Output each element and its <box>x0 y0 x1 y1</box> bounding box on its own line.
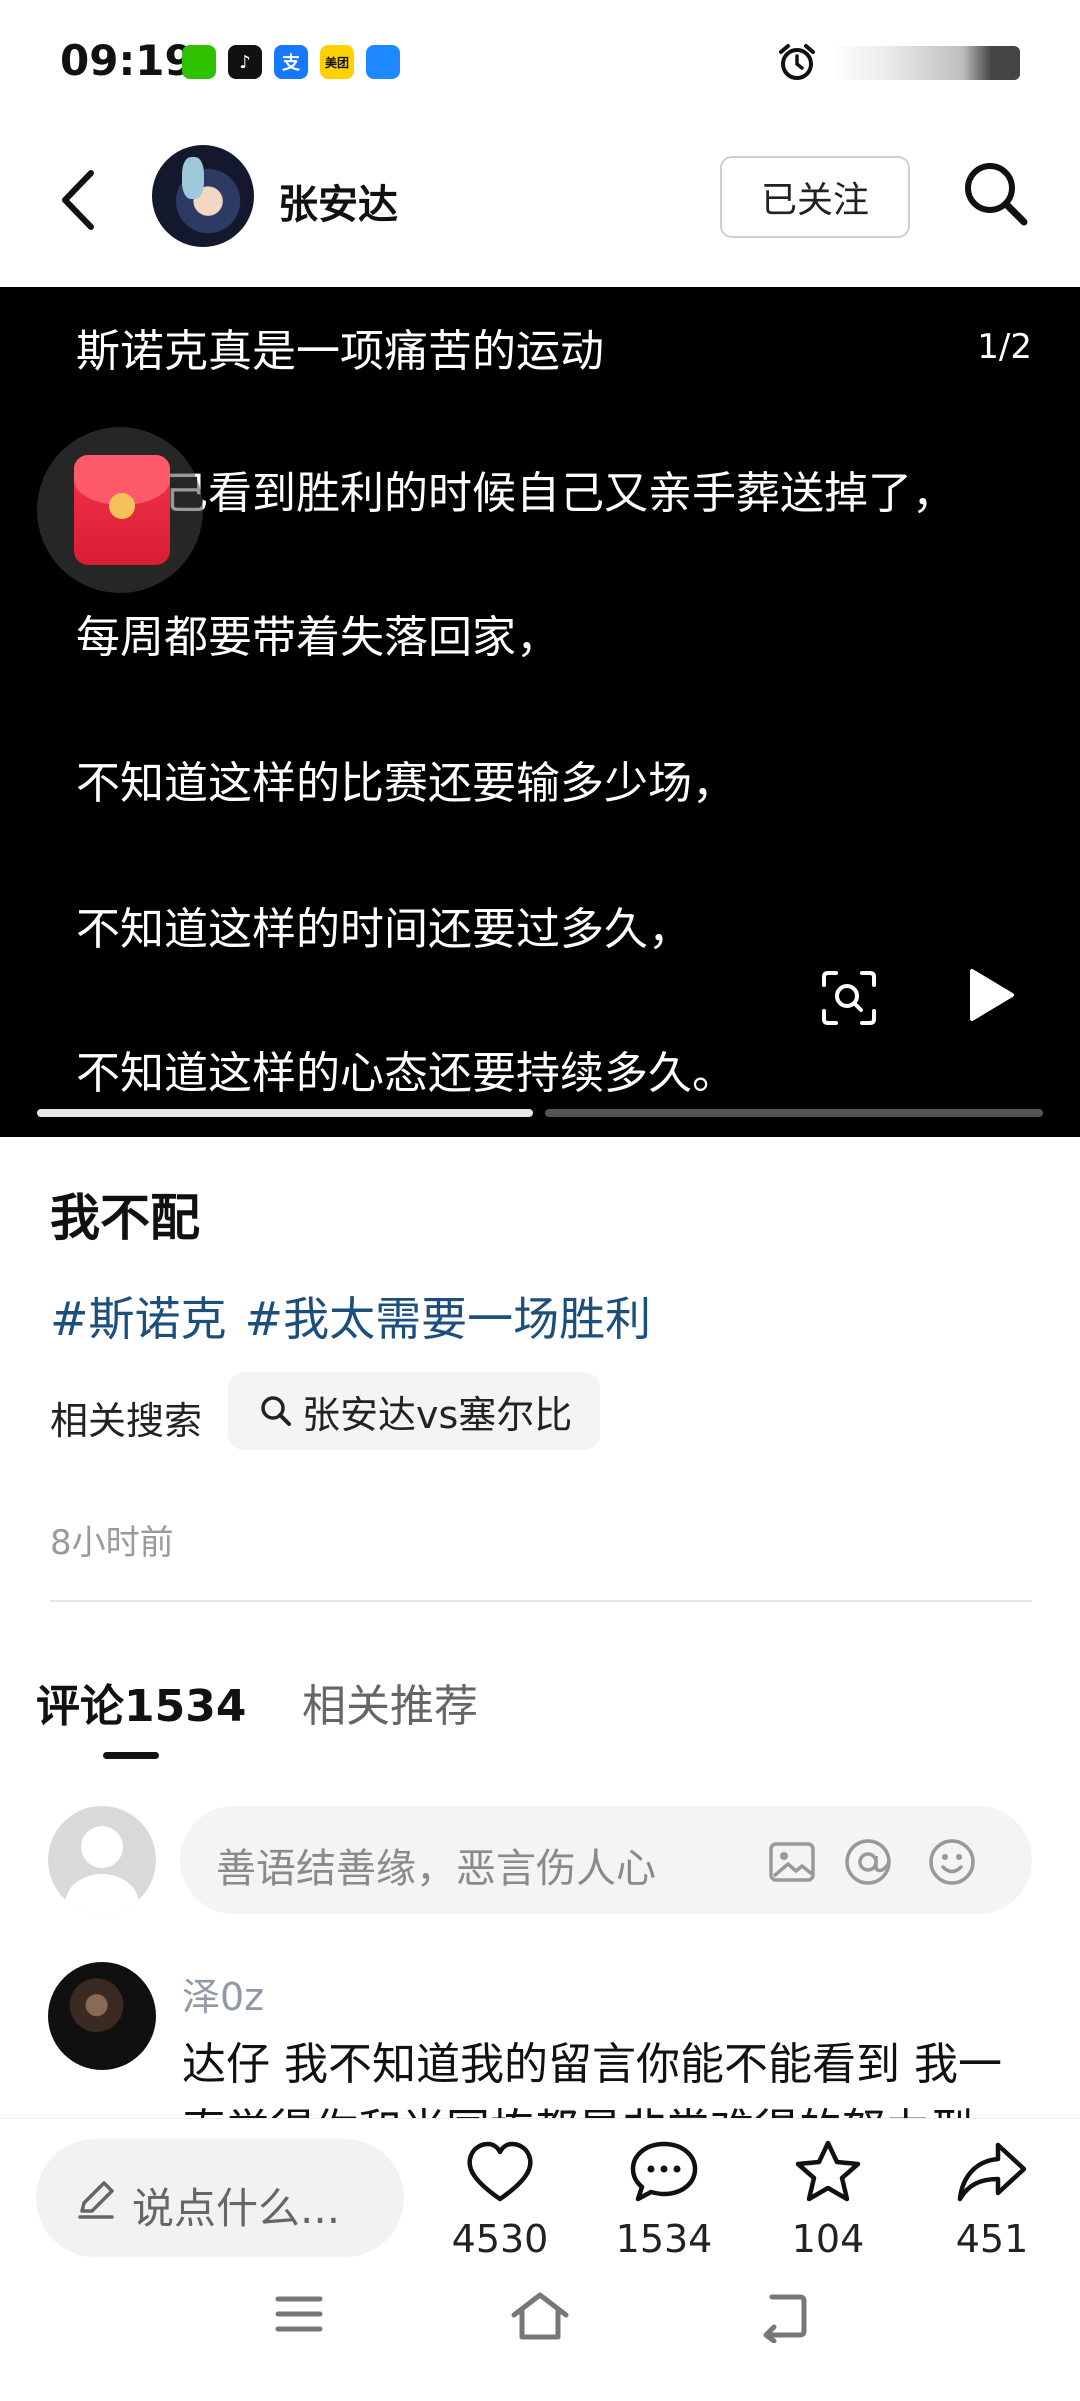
back-arrow-icon[interactable] <box>55 165 105 235</box>
tiktok-icon: ♪ <box>228 45 262 79</box>
media-text-line: 不知道这样的心态还要持续多久。 <box>76 1048 736 1099</box>
hashtag-link[interactable]: #我太需要一场胜利 <box>245 1292 652 1346</box>
battery-indicator <box>830 46 1020 80</box>
media-text-line: 斯诺克真是一项痛苦的运动 <box>76 326 604 377</box>
back-nav-icon[interactable] <box>752 2289 810 2343</box>
alipay-icon: 支 <box>274 45 308 79</box>
comment-button[interactable]: 1534 <box>604 2139 724 2261</box>
heart-icon <box>467 2141 533 2202</box>
say-something-input[interactable]: 说点什么... <box>36 2139 404 2257</box>
share-count: 451 <box>955 2217 1029 2261</box>
comment-bubble-icon <box>630 2141 698 2202</box>
like-button[interactable]: 4530 <box>440 2139 560 2261</box>
alarm-icon <box>779 44 815 80</box>
media-text-line: 不知道这样的时间还要过多久， <box>76 904 692 955</box>
mention-icon[interactable] <box>842 1836 894 1888</box>
media-text-line: 不知道这样的比赛还要输多少场， <box>76 758 736 809</box>
hashtag-link[interactable]: #斯诺克 <box>50 1292 227 1346</box>
post-timestamp: 8小时前 <box>50 1523 174 1563</box>
author-avatar[interactable] <box>152 145 254 247</box>
image-icon[interactable] <box>766 1836 818 1888</box>
comment-input-placeholder: 善语结善缘，恶言伤人心 <box>216 1846 656 1892</box>
play-icon[interactable] <box>960 963 1020 1027</box>
say-something-placeholder: 说点什么... <box>132 2184 341 2233</box>
my-avatar <box>48 1806 156 1914</box>
meituan-icon: 美团 <box>320 45 354 79</box>
follow-button[interactable]: 已关注 <box>720 156 910 238</box>
tab-related-recommend[interactable]: 相关推荐 <box>302 1670 478 1734</box>
progress-segment-filled <box>37 1109 533 1117</box>
progress-segment-empty <box>545 1109 1043 1117</box>
related-search-chip[interactable]: 张安达vs塞尔比 <box>228 1372 601 1450</box>
page-indicator: 1/2 <box>977 327 1032 367</box>
star-icon <box>795 2140 861 2202</box>
author-name[interactable]: 张安达 <box>278 172 398 230</box>
home-nav-icon[interactable] <box>508 2289 572 2343</box>
post-media[interactable]: 斯诺克真是一项痛苦的运动 1/2 在自己看到胜利的时候自己又亲手葬送掉了， 每周… <box>0 287 1080 1137</box>
status-time: 09:19 <box>60 36 194 85</box>
search-icon <box>261 1396 291 1426</box>
related-search-label: 相关搜索 <box>50 1399 203 1443</box>
commenter-avatar[interactable] <box>48 1962 156 2070</box>
share-arrow-icon <box>957 2142 1027 2202</box>
divider <box>50 1600 1032 1602</box>
media-progress <box>37 1109 1043 1117</box>
favorite-count: 104 <box>791 2217 865 2261</box>
commenter-name[interactable]: 泽0z <box>182 1966 264 2021</box>
image-search-icon[interactable] <box>818 967 880 1029</box>
hashtag-list: #斯诺克 #我太需要一场胜利 <box>50 1283 669 1349</box>
emoji-icon[interactable] <box>926 1836 978 1888</box>
browser-icon <box>366 45 400 79</box>
comment-count: 1534 <box>615 2217 713 2261</box>
bottom-action-bar: 说点什么... 4530 1534 104 451 <box>0 2118 1080 2401</box>
red-packet-icon[interactable] <box>37 427 203 593</box>
favorite-button[interactable]: 104 <box>768 2139 888 2261</box>
post-title: 我不配 <box>50 1189 200 1247</box>
wechat-icon <box>182 45 216 79</box>
tab-comments[interactable]: 评论1534 <box>36 1670 246 1734</box>
status-bar: 09:19 ♪ 支美团 <box>0 0 1080 125</box>
menu-nav-icon[interactable] <box>272 2289 326 2339</box>
related-search-text: 张安达vs塞尔比 <box>302 1392 573 1437</box>
comment-input[interactable]: 善语结善缘，恶言伤人心 <box>180 1806 1032 1914</box>
media-text-line: 在自己看到胜利的时候自己又亲手葬送掉了， <box>76 468 956 519</box>
active-tab-indicator <box>103 1752 159 1759</box>
share-button[interactable]: 451 <box>932 2139 1052 2261</box>
like-count: 4530 <box>451 2217 549 2261</box>
media-text-line: 每周都要带着失落回家， <box>76 612 560 663</box>
pencil-icon <box>78 2181 114 2219</box>
search-icon[interactable] <box>960 158 1030 228</box>
